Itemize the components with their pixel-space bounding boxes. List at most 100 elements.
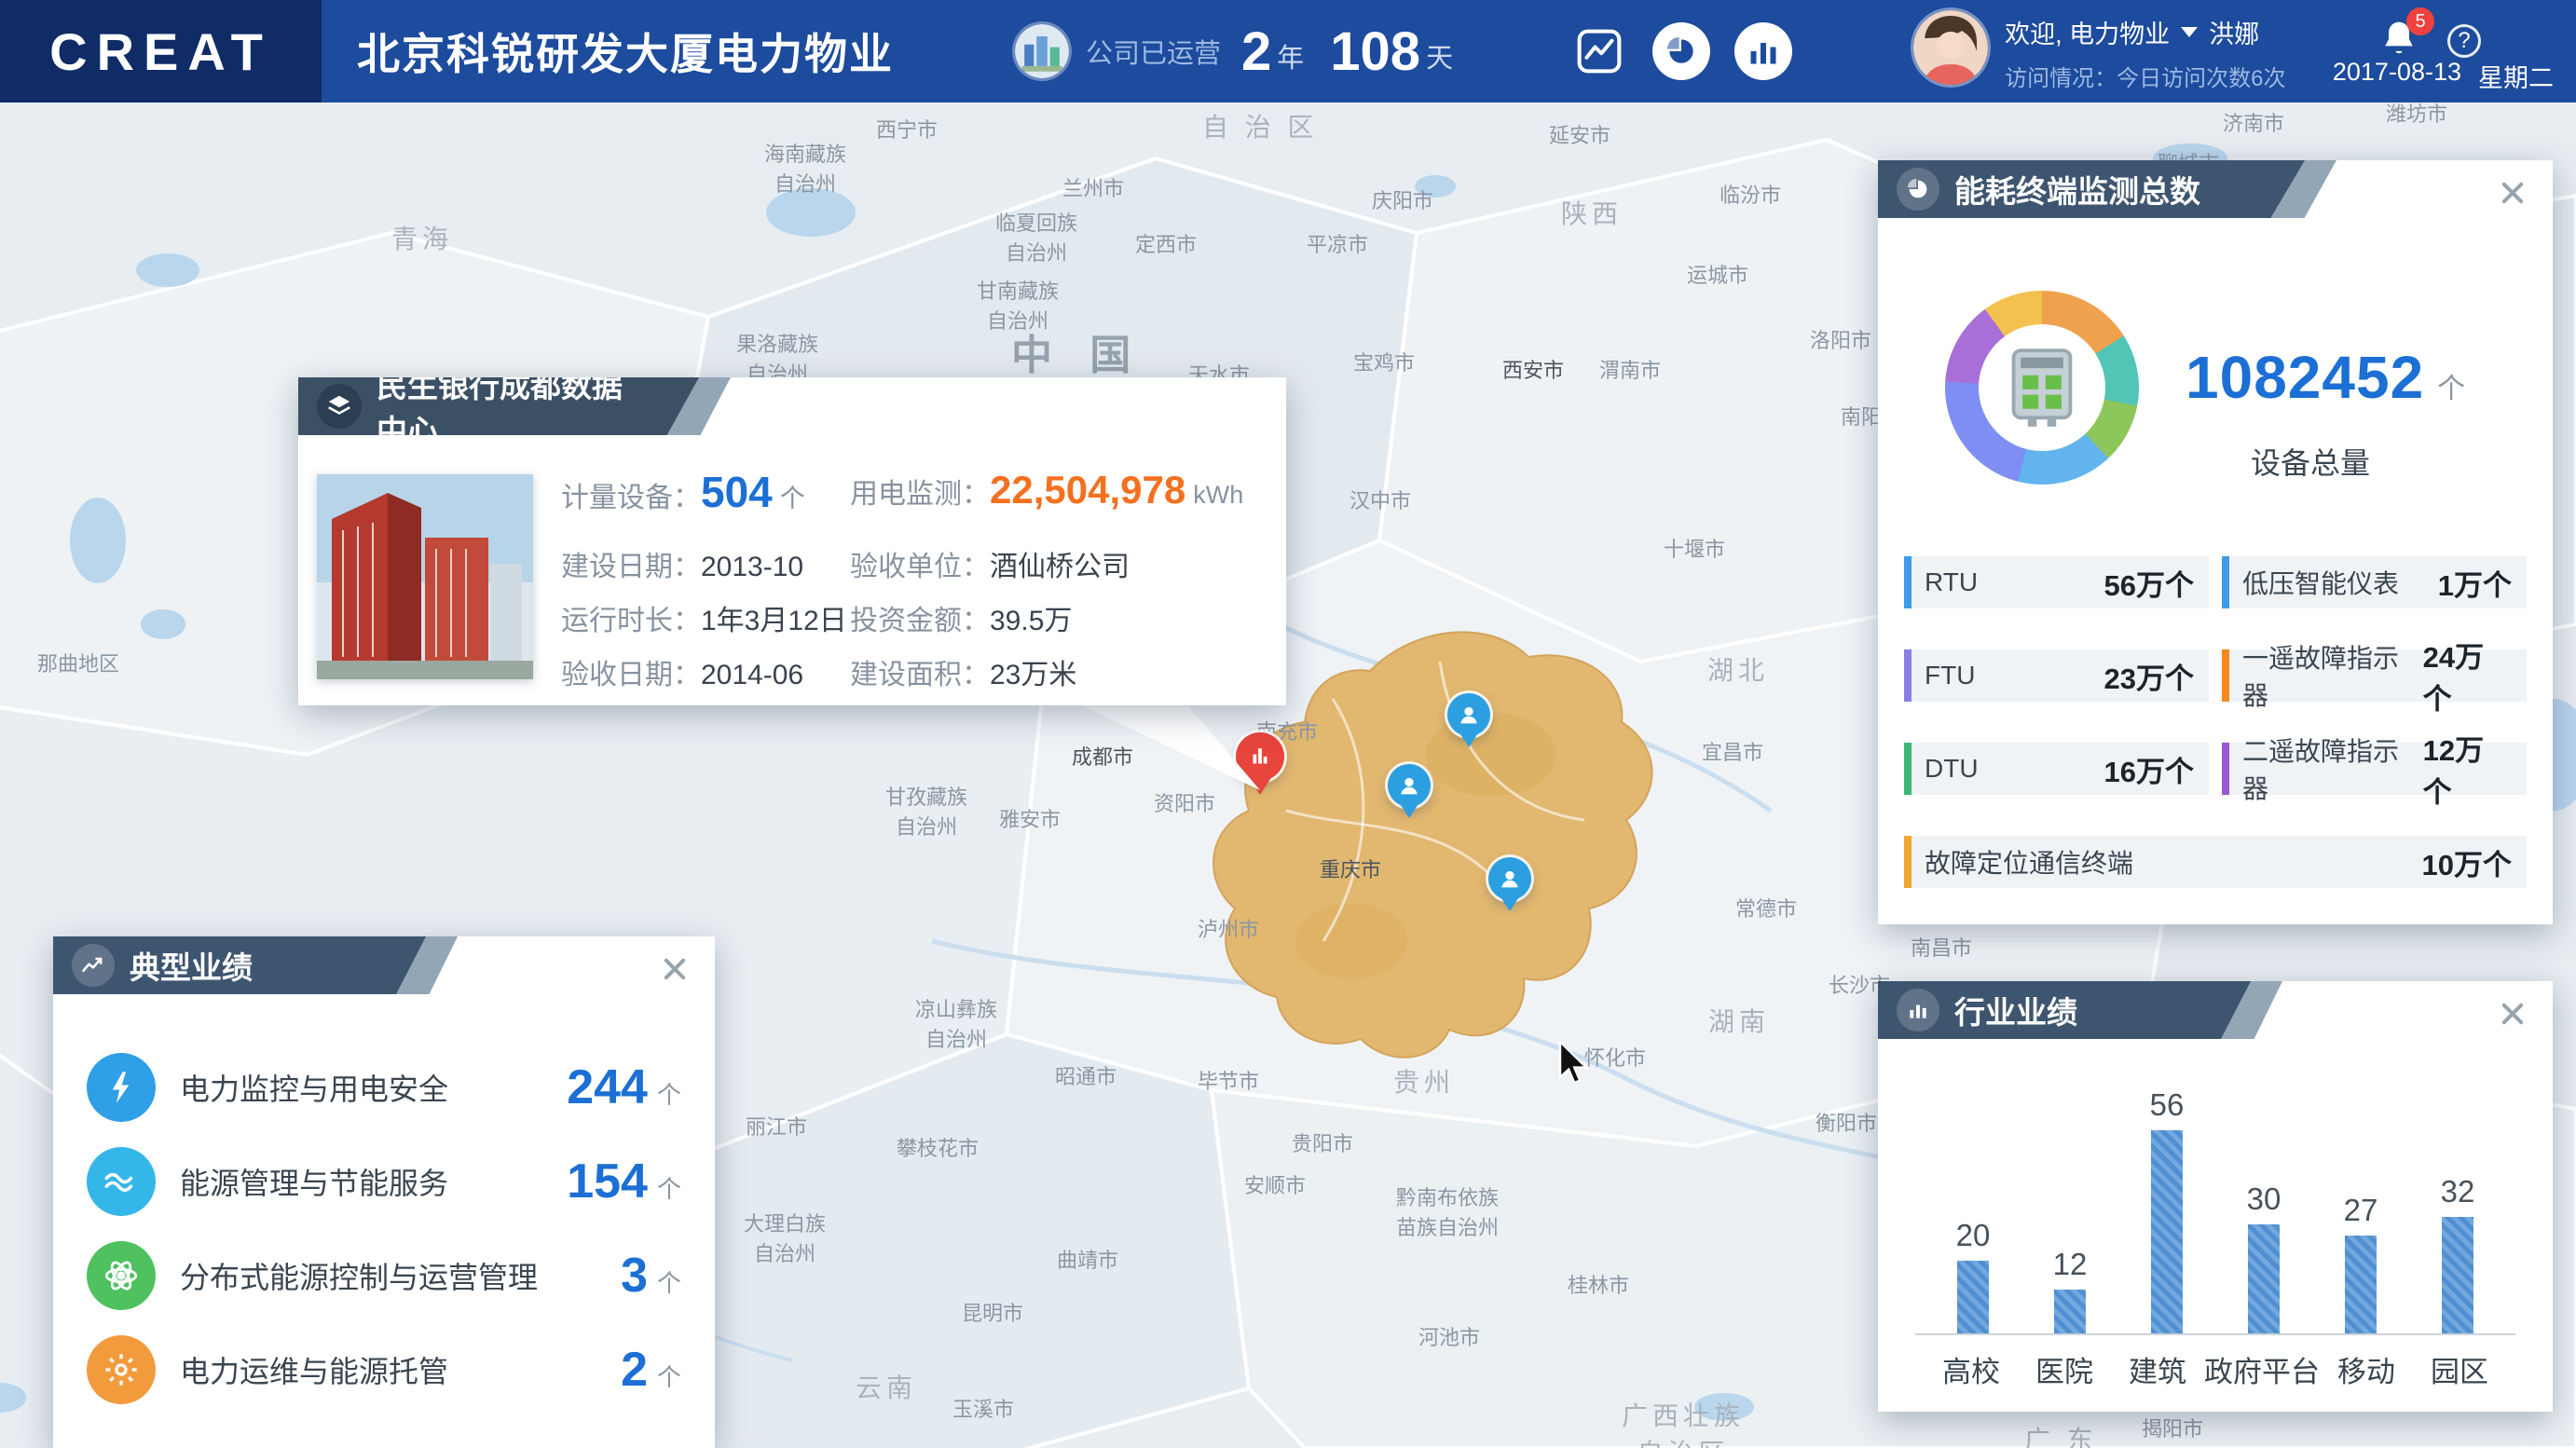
terminal-row-rtu: RTU 56万个 bbox=[1904, 556, 2209, 608]
bar-value-label: 27 bbox=[2343, 1193, 2378, 1227]
perf-row-energy-mgmt: 能源管理与节能服务 154 个 bbox=[87, 1146, 681, 1217]
date-display: 2017-08-13 星期二 bbox=[2333, 58, 2554, 94]
header-chart-buttons bbox=[1570, 22, 1793, 80]
device-donut-chart bbox=[1945, 291, 2139, 485]
bar bbox=[1957, 1261, 1989, 1333]
bar-chart-button[interactable] bbox=[1734, 22, 1793, 80]
industry-performance-panel: 行业业绩 20 12 56 30 27 32 高校 医院 建筑 政府平台 移动 园区 bbox=[1878, 981, 2553, 1412]
lightning-icon bbox=[87, 1053, 156, 1122]
field-run-time: 运行时长： 1年3月12日 bbox=[561, 606, 847, 636]
bar-column: 20 bbox=[1925, 1218, 2021, 1333]
typical-panel-header: 典型业绩 bbox=[53, 936, 426, 994]
close-icon[interactable] bbox=[657, 951, 692, 987]
creat-logo: CREAT bbox=[49, 21, 272, 81]
energy-panel-title: 能耗终端监测总数 bbox=[1954, 174, 2200, 209]
building-emblem-icon bbox=[1015, 24, 1069, 78]
bar-column: 27 bbox=[2312, 1193, 2409, 1333]
industry-panel-title: 行业业绩 bbox=[1954, 995, 2077, 1030]
bar bbox=[2442, 1217, 2473, 1333]
popup-header: 民生银行成都数据中心 bbox=[298, 377, 699, 435]
building-photo bbox=[317, 474, 533, 679]
site-pin-blue[interactable] bbox=[1388, 764, 1431, 828]
device-icon bbox=[2011, 348, 2073, 427]
pie-icon bbox=[1897, 168, 1939, 211]
site-pin-blue[interactable] bbox=[1447, 693, 1490, 758]
terminal-row-fault-ind-1: 一遥故障指示器 24万个 bbox=[2222, 641, 2527, 716]
field-power-monitor: 用电监测： 22,504,978 kWh bbox=[850, 468, 1244, 512]
user-avatar[interactable] bbox=[1913, 10, 1989, 85]
bar-value-label: 20 bbox=[1955, 1218, 1991, 1252]
industry-panel-header: 行业业绩 bbox=[1878, 981, 2251, 1039]
field-investment: 投资金额： 39.5万 bbox=[850, 606, 1073, 636]
bar bbox=[2248, 1224, 2280, 1333]
bar-column: 12 bbox=[2021, 1247, 2118, 1333]
bar-chart-icon bbox=[1897, 989, 1939, 1031]
field-metering: 计量设备： 504 个 bbox=[561, 468, 805, 516]
typical-panel-title: 典型业绩 bbox=[130, 950, 253, 985]
device-total-label: 设备总量 bbox=[2251, 446, 2371, 480]
industry-bar-chart: 20 12 56 30 27 32 高校 医院 建筑 政府平台 移动 园区 bbox=[1915, 1084, 2515, 1390]
terminal-list: RTU 56万个 低压智能仪表 1万个 FTU 23万个 一遥故障指示器 24万个 DT… bbox=[1904, 556, 2527, 888]
terminal-row-fault-ind-2: 二遥故障指示器 12万个 bbox=[2222, 734, 2527, 809]
user-block: 欢迎, 电力物业 洪娜 访问情况：今日访问次数6次 bbox=[1913, 10, 2285, 92]
bar-value-label: 32 bbox=[2440, 1174, 2475, 1209]
site-pin-blue[interactable] bbox=[1488, 857, 1531, 922]
close-icon[interactable] bbox=[2495, 996, 2530, 1031]
terminal-row-dtu: DTU 16万个 bbox=[1904, 743, 2209, 795]
operating-stats: 公司已运营 2 年 108 天 bbox=[1015, 20, 1459, 83]
close-icon[interactable] bbox=[2495, 175, 2530, 211]
notification-badge: 5 bbox=[2406, 7, 2434, 35]
chart-axis bbox=[1915, 1333, 2515, 1335]
operating-year-unit: 年 bbox=[1277, 43, 1305, 74]
weekday-text: 星期二 bbox=[2478, 64, 2554, 92]
atom-icon bbox=[87, 1241, 156, 1310]
terminal-row-ftu: FTU 23万个 bbox=[1904, 649, 2209, 702]
terminal-row-lv-meter: 低压智能仪表 1万个 bbox=[2222, 556, 2527, 608]
bar-category-label: 移动 bbox=[2337, 1356, 2395, 1388]
popup-pointer bbox=[1072, 701, 1260, 790]
datacenter-popup: 民生银行成都数据中心 计量设备： 504 个 用电监测： 22,504,978 kWh … bbox=[298, 377, 1286, 705]
bar-category-label: 高校 bbox=[1942, 1356, 2000, 1388]
bar-category-label: 政府平台 bbox=[2204, 1356, 2320, 1388]
perf-row-ops-hosting: 电力运维与能源托管 2个 bbox=[87, 1334, 681, 1405]
bar-category-label: 园区 bbox=[2431, 1356, 2488, 1388]
operating-years: 2 bbox=[1241, 20, 1272, 82]
device-total: 1082452 个 bbox=[2185, 344, 2466, 411]
pie-chart-button[interactable] bbox=[1652, 22, 1711, 80]
field-accept-org: 验收单位： 酒仙桥公司 bbox=[850, 552, 1130, 582]
date-text: 2017-08-13 bbox=[2332, 58, 2461, 86]
perf-row-distributed-energy: 分布式能源控制与运营管理 3个 bbox=[87, 1240, 681, 1311]
page-title: 北京科锐研发大厦电力物业 bbox=[357, 30, 894, 78]
help-icon[interactable]: ? bbox=[2447, 24, 2481, 58]
gear-icon bbox=[87, 1335, 156, 1404]
field-build-date: 建设日期： 2013-10 bbox=[561, 552, 804, 582]
trend-icon bbox=[72, 944, 115, 987]
performance-list: 电力监控与用电安全 244 个 能源管理与节能服务 154 个 分布式能源控制与运营… bbox=[87, 1052, 681, 1428]
visits-info: 访问情况：今日访问次数6次 bbox=[2005, 66, 2286, 91]
bar-column: 56 bbox=[2118, 1087, 2215, 1333]
bar bbox=[2345, 1236, 2377, 1333]
typical-performance-panel: 典型业绩 电力监控与用电安全 244 个 能源管理与节能服务 154 个 分布式能源… bbox=[53, 936, 715, 1448]
user-name[interactable]: 洪娜 bbox=[2209, 14, 2259, 50]
bar-value-label: 12 bbox=[2052, 1247, 2088, 1281]
bar bbox=[2151, 1130, 2183, 1333]
welcome-text: 欢迎, 电力物业 bbox=[2005, 20, 2171, 48]
energy-panel-header: 能耗终端监测总数 bbox=[1878, 160, 2305, 218]
trend-chart-button[interactable] bbox=[1570, 22, 1628, 80]
top-header: CREAT 北京科锐研发大厦电力物业 公司已运营 2 年 108 天 欢迎, 电… bbox=[0, 0, 2576, 102]
logo-block: CREAT bbox=[0, 0, 322, 102]
bar-category-label: 建筑 bbox=[2129, 1356, 2186, 1388]
operating-days: 108 bbox=[1330, 20, 1421, 82]
bar bbox=[2054, 1290, 2086, 1333]
operating-day-unit: 天 bbox=[1426, 43, 1454, 74]
perf-row-power-safety: 电力监控与用电安全 244 个 bbox=[87, 1052, 681, 1123]
bar-column: 32 bbox=[2409, 1174, 2506, 1333]
field-build-area: 建设面积： 23万米 bbox=[850, 660, 1077, 690]
bar-column: 30 bbox=[2215, 1182, 2312, 1333]
energy-terminal-panel: 能耗终端监测总数 1082452 个 设备总量 RTU 56万个 低压智能仪表 1万… bbox=[1878, 160, 2553, 924]
chevron-down-icon[interactable] bbox=[2181, 27, 2199, 37]
field-accept-date: 验收日期： 2014-06 bbox=[561, 660, 804, 690]
bar-value-label: 56 bbox=[2149, 1087, 2185, 1122]
operating-label: 公司已运营 bbox=[1086, 39, 1222, 69]
wave-icon bbox=[87, 1147, 156, 1216]
